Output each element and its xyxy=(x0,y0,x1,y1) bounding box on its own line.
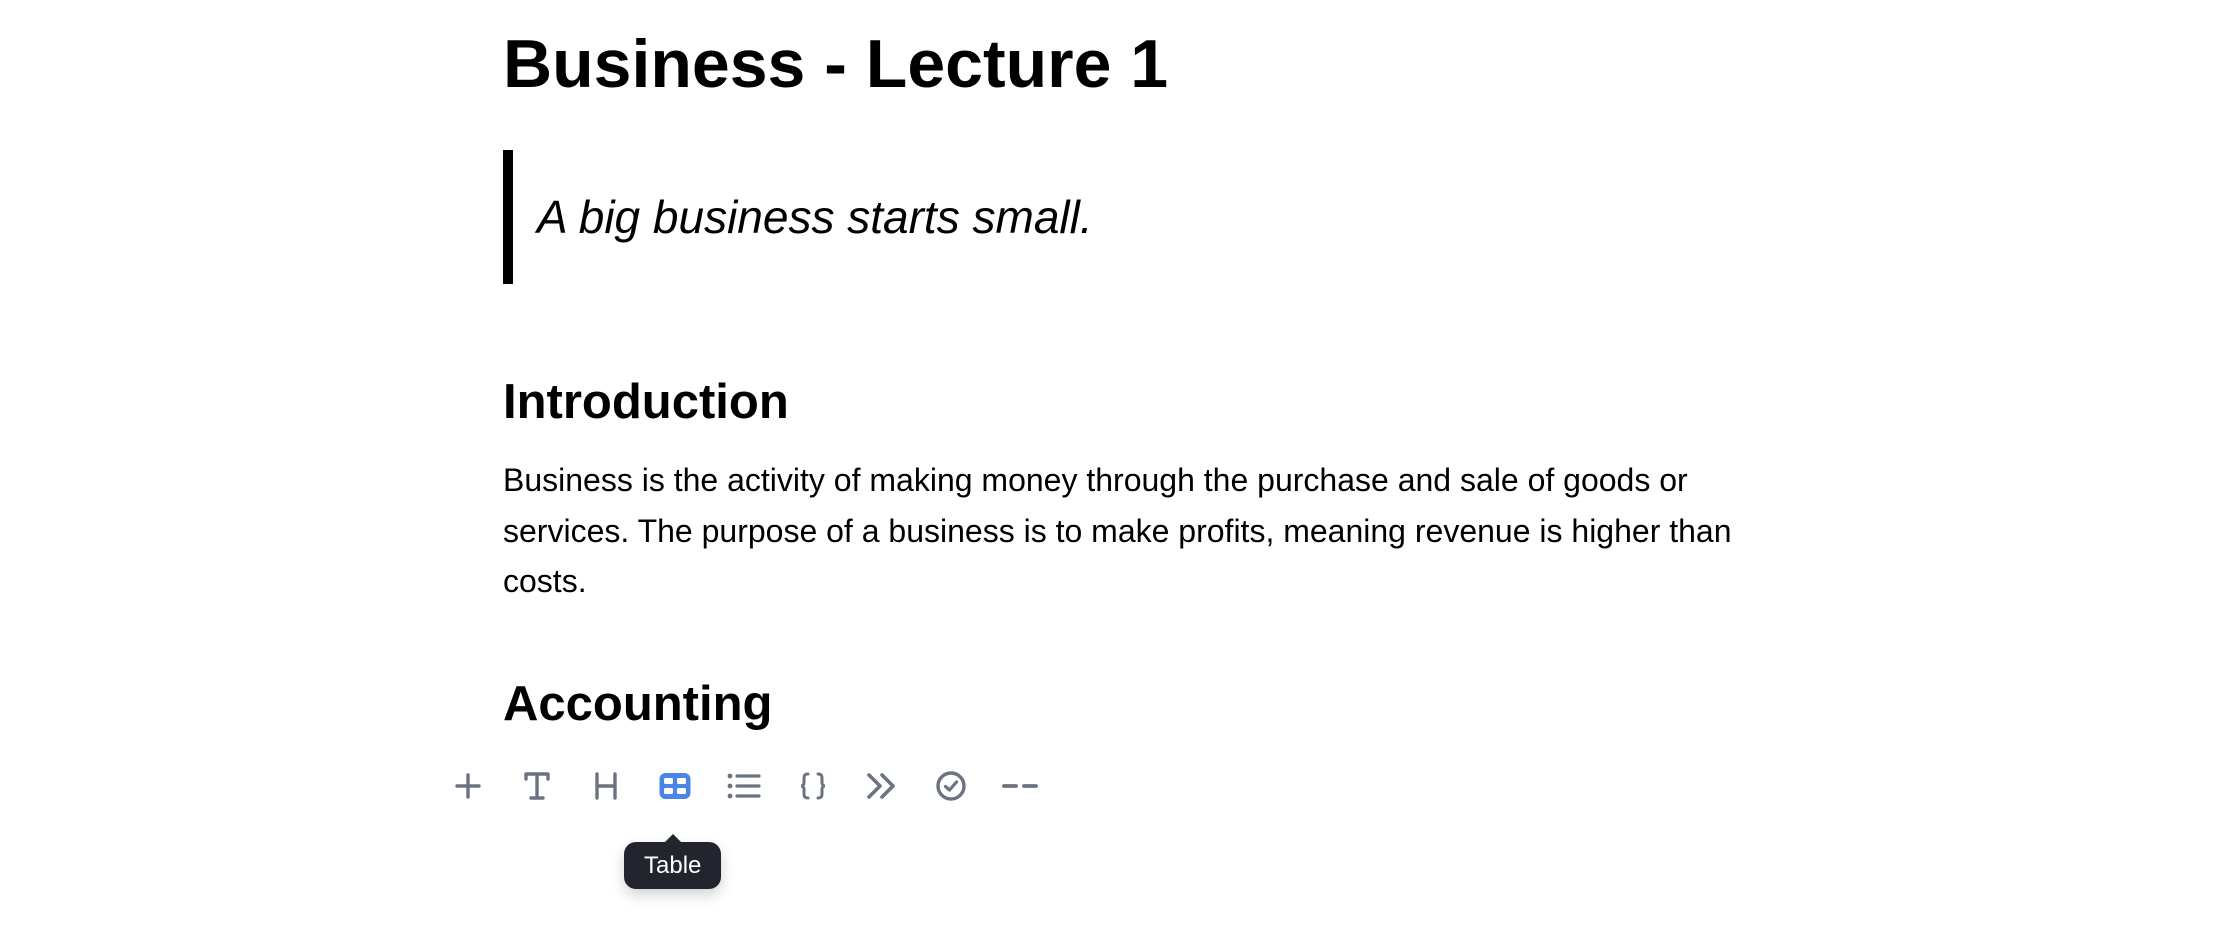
page-title[interactable]: Business - Lecture 1 xyxy=(503,22,1168,106)
section-heading-accounting[interactable]: Accounting xyxy=(503,674,772,734)
quote-block-button[interactable] xyxy=(847,754,916,818)
tooltip-label: Table xyxy=(644,852,702,879)
blockquote[interactable]: A big business starts small. xyxy=(503,150,1403,284)
quote-icon xyxy=(865,771,899,801)
editor-page: Business - Lecture 1 A big business star… xyxy=(0,0,2230,948)
code-icon xyxy=(798,771,828,801)
todo-block-button[interactable] xyxy=(916,754,985,818)
section-heading-introduction[interactable]: Introduction xyxy=(503,372,789,432)
table-icon xyxy=(657,770,693,802)
list-icon xyxy=(726,771,762,801)
table-block-button[interactable] xyxy=(640,754,709,818)
checkbox-icon xyxy=(935,770,967,802)
add-block-button[interactable] xyxy=(433,754,502,818)
insert-block-toolbar xyxy=(433,754,1054,818)
tooltip-arrow xyxy=(663,834,682,843)
section-paragraph-introduction[interactable]: Business is the activity of making money… xyxy=(503,455,1783,607)
divider-icon xyxy=(1001,780,1039,792)
heading-block-button[interactable] xyxy=(571,754,640,818)
list-block-button[interactable] xyxy=(709,754,778,818)
text-icon xyxy=(522,770,552,802)
code-block-button[interactable] xyxy=(778,754,847,818)
text-block-button[interactable] xyxy=(502,754,571,818)
tooltip: Table xyxy=(624,834,722,889)
plus-icon xyxy=(453,771,483,801)
quote-text: A big business starts small. xyxy=(537,191,1093,243)
heading-icon xyxy=(592,770,620,802)
divider-block-button[interactable] xyxy=(985,754,1054,818)
